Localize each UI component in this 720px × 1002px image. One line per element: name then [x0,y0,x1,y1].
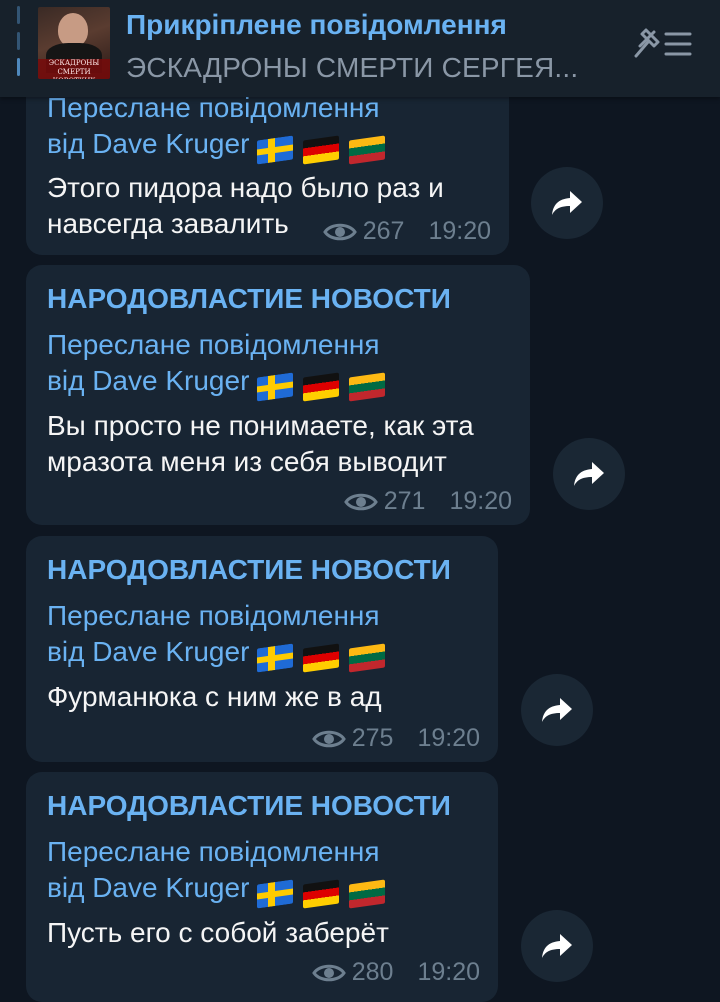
share-button[interactable] [521,910,593,982]
germany-flag-icon [303,643,340,673]
message-meta: 271 19:20 [343,487,512,516]
message-text-line: Этого пидора надо было раз и [47,172,444,203]
forward-author: від Dave Kruger [47,636,250,667]
view-count: 275 [351,724,394,752]
sweden-flag-icon [257,372,294,402]
forward-header[interactable]: Переслане повідомлення від Dave Kruger [47,327,395,403]
forward-header[interactable]: Переслане повідомлення від Dave Kruger [47,90,395,166]
share-button[interactable] [521,674,593,746]
views-eye-icon [343,493,378,510]
message-text-line: мразота меня из себя выводит [47,446,447,477]
message-meta: 267 19:20 [322,217,491,246]
forward-label: Переслане повідомлення [47,836,380,867]
sweden-flag-icon [257,879,294,909]
sender-name[interactable]: НАРОДОВЛАСТИЕ НОВОСТИ [47,790,451,822]
pinned-thumbnail: ЭСКАДРОНЫ СМЕРТИ КОРОТКИХ [38,7,110,79]
share-button[interactable] [553,438,625,510]
message-time: 19:20 [449,487,512,515]
message-text-line: Вы просто не понимаете, как эта [47,410,474,441]
pin-list-icon[interactable] [632,24,694,64]
germany-flag-icon [303,135,340,165]
view-count: 280 [351,958,394,986]
share-arrow-icon [552,191,582,215]
view-count: 271 [383,487,426,515]
views-eye-icon [311,964,346,981]
message-meta: 280 19:20 [311,958,480,987]
sender-name[interactable]: НАРОДОВЛАСТИЕ НОВОСТИ [47,554,451,586]
message-text-line: Фурманюка с ним же в ад [47,681,382,712]
pinned-text: ЭСКАДРОНЫ СМЕРТИ СЕРГЕЯ... [126,52,579,83]
lithuania-flag-icon [349,643,386,673]
germany-flag-icon [303,372,340,402]
message-text: Пусть его с собой заберёт [47,915,389,951]
message-time: 19:20 [428,217,491,245]
forward-label: Переслане повідомлення [47,329,380,360]
share-arrow-icon [542,698,572,722]
germany-flag-icon [303,879,340,909]
lithuania-flag-icon [349,879,386,909]
forward-author: від Dave Kruger [47,128,250,159]
forward-header[interactable]: Переслане повідомлення від Dave Kruger [47,834,395,910]
views-eye-icon [322,223,357,240]
pinned-position-indicator [17,6,20,76]
message-bubble[interactable]: НАРОДОВЛАСТИЕ НОВОСТИ Переслане повідомл… [26,772,498,1002]
share-arrow-icon [574,462,604,486]
view-count: 267 [362,217,405,245]
views-eye-icon [311,730,346,747]
lithuania-flag-icon [349,135,386,165]
sweden-flag-icon [257,643,294,673]
forward-header[interactable]: Переслане повідомлення від Dave Kruger [47,598,395,674]
forward-label: Переслане повідомлення [47,600,380,631]
sender-name[interactable]: НАРОДОВЛАСТИЕ НОВОСТИ [47,283,451,315]
share-arrow-icon [542,934,572,958]
message-time: 19:20 [417,724,480,752]
message-text-line: Пусть его с собой заберёт [47,917,389,948]
message-bubble[interactable]: НАРОДОВЛАСТИЕ НОВОСТИ Переслане повідомл… [26,265,530,525]
sweden-flag-icon [257,135,294,165]
forward-author: від Dave Kruger [47,872,250,903]
lithuania-flag-icon [349,372,386,402]
message-time: 19:20 [417,958,480,986]
thumbnail-caption: ЭСКАДРОНЫ СМЕРТИ КОРОТКИХ [38,59,110,79]
forward-author: від Dave Kruger [47,365,250,396]
pinned-title: Прикріплене повідомлення [126,9,507,40]
pinned-message-bar[interactable]: ЭСКАДРОНЫ СМЕРТИ КОРОТКИХ Прикріплене по… [0,0,720,97]
message-bubble[interactable]: НАРОДОВЛАСТИЕ НОВОСТИ Переслане повідомл… [26,536,498,762]
message-text: Фурманюка с ним же в ад [47,679,382,715]
message-text: Вы просто не понимаете, как эта мразота … [47,408,474,480]
share-button[interactable] [531,167,603,239]
message-meta: 275 19:20 [311,724,480,753]
